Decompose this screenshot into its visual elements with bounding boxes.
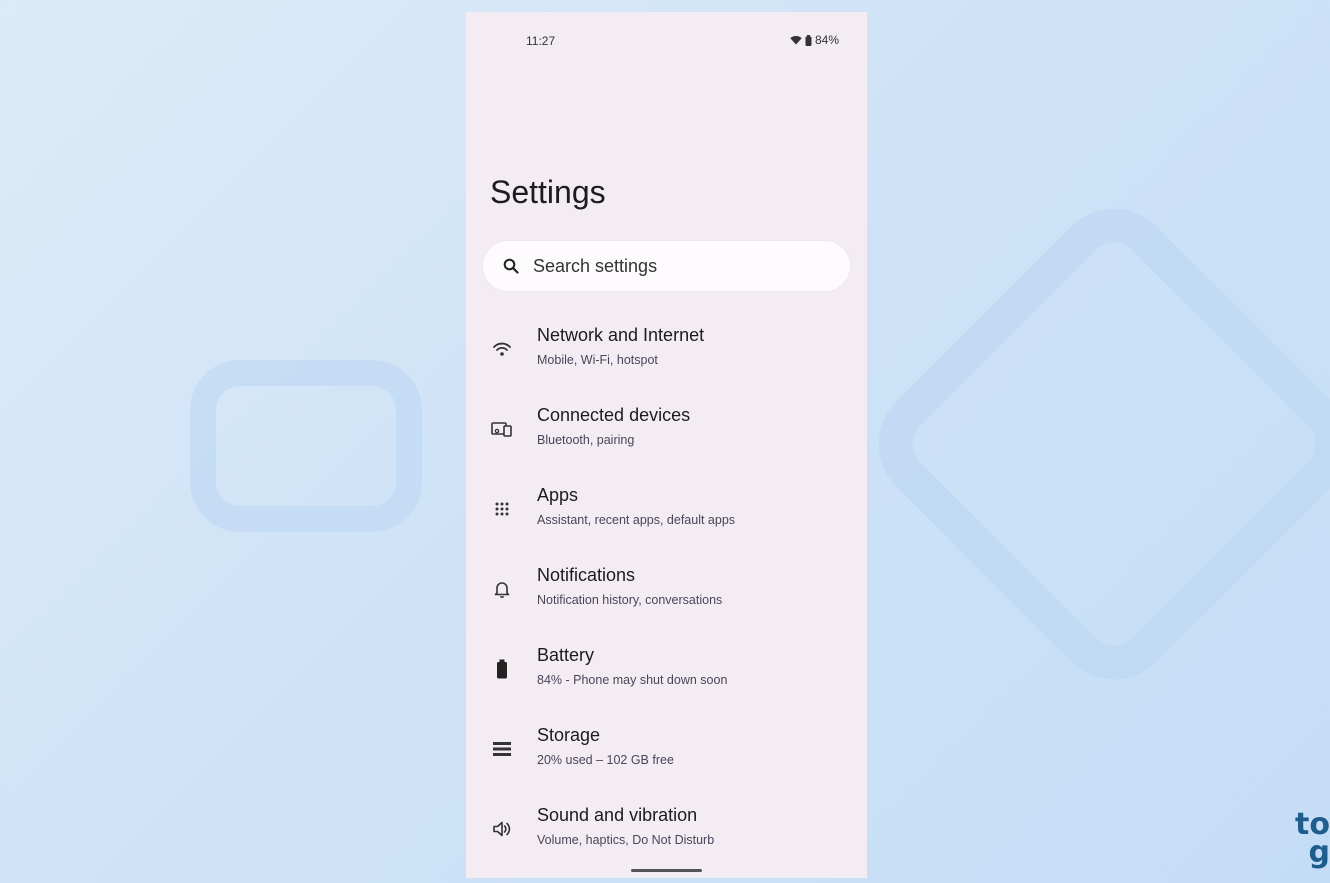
brand-logo: to g: [1270, 811, 1330, 871]
item-subtitle: Volume, haptics, Do Not Disturb: [537, 833, 715, 847]
speaker-icon: [490, 817, 514, 841]
settings-list: Network and Internet Mobile, Wi-Fi, hots…: [466, 315, 867, 875]
battery-icon: [490, 657, 514, 681]
settings-item-battery[interactable]: Battery 84% - Phone may shut down soon: [466, 635, 867, 715]
search-icon: [503, 258, 519, 274]
settings-item-network[interactable]: Network and Internet Mobile, Wi-Fi, hots…: [466, 315, 867, 395]
item-title: Storage: [537, 725, 601, 745]
battery-percent: 84%: [814, 33, 839, 47]
item-title: Apps: [537, 485, 579, 505]
phone-screen: 11:27 84% Settings Search settings Netwo…: [466, 12, 867, 878]
apps-grid-icon: [490, 497, 514, 521]
search-settings-input[interactable]: Search settings: [483, 241, 850, 291]
home-indicator[interactable]: [631, 869, 702, 872]
bell-icon: [490, 577, 514, 601]
item-title: Battery: [537, 645, 595, 665]
storage-icon: [490, 737, 514, 761]
brand-logo-text: to g: [1295, 811, 1330, 870]
item-title: Network and Internet: [537, 325, 705, 345]
status-time: 11:27: [526, 34, 556, 48]
wifi-icon: [490, 337, 514, 361]
search-placeholder: Search settings: [533, 255, 658, 276]
item-title: Connected devices: [537, 405, 691, 425]
wifi-icon: [790, 35, 802, 45]
status-bar: 11:27 84%: [466, 12, 867, 52]
background-decoration: [190, 360, 422, 532]
item-subtitle: Mobile, Wi-Fi, hotspot: [537, 353, 658, 367]
item-subtitle: Bluetooth, pairing: [537, 433, 635, 447]
background-decoration: [853, 183, 1330, 705]
item-subtitle: 20% used – 102 GB free: [537, 753, 674, 767]
battery-icon: [805, 34, 812, 46]
settings-item-connected-devices[interactable]: Connected devices Bluetooth, pairing: [466, 395, 867, 475]
settings-item-notifications[interactable]: Notifications Notification history, conv…: [466, 555, 867, 635]
connected-devices-icon: [490, 417, 514, 441]
item-subtitle: Assistant, recent apps, default apps: [537, 513, 736, 527]
settings-item-sound[interactable]: Sound and vibration Volume, haptics, Do …: [466, 795, 867, 875]
item-subtitle: Notification history, conversations: [537, 593, 723, 607]
item-title: Sound and vibration: [537, 805, 698, 825]
status-indicators: 84%: [790, 33, 839, 47]
item-subtitle: 84% - Phone may shut down soon: [537, 673, 728, 687]
settings-item-storage[interactable]: Storage 20% used – 102 GB free: [466, 715, 867, 795]
settings-item-apps[interactable]: Apps Assistant, recent apps, default app…: [466, 475, 867, 555]
item-title: Notifications: [537, 565, 636, 585]
page-title: Settings: [490, 174, 606, 210]
